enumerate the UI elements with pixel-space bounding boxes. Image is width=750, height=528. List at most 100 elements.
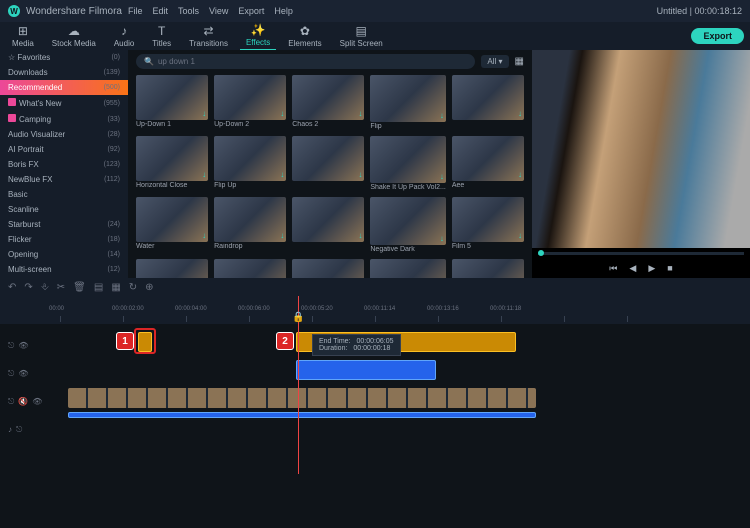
effect-item[interactable]	[292, 259, 364, 278]
effect-item[interactable]: Horizontal Close	[136, 136, 208, 191]
effect-item[interactable]: Up-Down 2	[214, 75, 286, 130]
grid-view-icon[interactable]: ▦	[515, 56, 524, 67]
step-back-button[interactable]: ◀	[629, 263, 636, 274]
menu-edit[interactable]: Edit	[152, 6, 168, 16]
undo-icon[interactable]: ↶	[8, 282, 16, 293]
sidebar-item[interactable]: Camping(33)	[0, 111, 128, 127]
effect-label: Up-Down 1	[136, 121, 208, 128]
export-button[interactable]: Export	[691, 28, 744, 44]
effect-thumb	[452, 197, 524, 242]
speed-icon[interactable]: ↻	[129, 282, 137, 293]
tab-split[interactable]: ▤Split Screen	[334, 22, 389, 50]
sidebar-item[interactable]: Starburst(24)	[0, 217, 128, 232]
effect-item[interactable]: Flip Up	[214, 136, 286, 191]
insert-icon[interactable]: ⎀	[41, 282, 49, 293]
effect-item[interactable]	[292, 136, 364, 191]
track-audio[interactable]: ♪⎋	[0, 418, 750, 442]
effect-item[interactable]	[292, 197, 364, 252]
eye-icon[interactable]: 👁	[18, 341, 28, 351]
effect-thumb	[292, 197, 364, 242]
tab-titles[interactable]: TTitles	[146, 22, 177, 50]
sidebar-item[interactable]: What's New(955)	[0, 95, 128, 111]
preview-panel: ⏮ ◀ ▶ ■	[532, 50, 750, 278]
tab-elements[interactable]: ✿Elements	[282, 22, 327, 50]
effect-item[interactable]: Flip	[370, 75, 446, 130]
effect-thumb	[452, 75, 524, 120]
sidebar-item[interactable]: Audio Visualizer(28)	[0, 127, 128, 142]
timeline-ruler[interactable]: 00:0000:00:02:0000:00:04:0000:00:06:0000…	[0, 296, 750, 324]
effect-item[interactable]: Raindrop	[214, 197, 286, 252]
effect-item[interactable]: Chaos 2	[292, 75, 364, 130]
menu-help[interactable]: Help	[274, 6, 293, 16]
tab-effects[interactable]: ✨Effects	[240, 21, 276, 51]
sidebar-item[interactable]: Flicker(18)	[0, 232, 128, 247]
sidebar-item[interactable]: NewBlue FX(112)	[0, 172, 128, 187]
prev-frame-button[interactable]: ⏮	[609, 263, 617, 274]
sidebar-item[interactable]: Multi-screen(12)	[0, 262, 128, 277]
overlay-clip[interactable]	[296, 360, 436, 380]
sidebar-item[interactable]: Recommended(500)	[0, 80, 128, 95]
effect-item[interactable]: Water	[136, 197, 208, 252]
effect-thumb	[136, 197, 208, 242]
tab-audio[interactable]: ♪Audio	[108, 22, 140, 50]
sidebar-favorites[interactable]: ☆ Favorites(0)	[0, 50, 128, 65]
tab-stock[interactable]: ☁Stock Media	[46, 22, 102, 50]
sidebar-item[interactable]: Basic	[0, 187, 128, 202]
eye-icon[interactable]: 👁	[32, 397, 42, 407]
search-input[interactable]: 🔍up down 1	[136, 54, 475, 69]
sidebar-item[interactable]: Scanline	[0, 202, 128, 217]
music-icon: ♪	[8, 425, 12, 435]
tab-transitions[interactable]: ⇄Transitions	[183, 22, 234, 50]
cloud-icon: ☁	[68, 24, 80, 38]
split-icon[interactable]: ✂	[57, 282, 65, 293]
effect-item[interactable]	[452, 75, 524, 130]
tab-media[interactable]: ⊞Media	[6, 22, 40, 50]
effect-item[interactable]	[136, 259, 208, 278]
video-clip[interactable]	[68, 388, 536, 408]
effect-item[interactable]: Film 5	[452, 197, 524, 252]
effect-thumb	[214, 259, 286, 278]
lock-icon[interactable]: ⎋	[8, 369, 14, 379]
menu-view[interactable]: View	[209, 6, 228, 16]
sidebar-item[interactable]: Downloads(139)	[0, 65, 128, 80]
effect-thumb	[214, 197, 286, 242]
project-duration: 00:00:18:12	[694, 6, 742, 16]
crop-icon[interactable]: ▤	[94, 282, 103, 293]
effect-item[interactable]: Shake It Up Pack Vol2...	[370, 136, 446, 191]
menu-file[interactable]: File	[128, 6, 143, 16]
preview-viewport[interactable]	[532, 50, 750, 248]
effect-item[interactable]: Aee	[452, 136, 524, 191]
effect-label: Horizontal Close	[136, 182, 208, 189]
effect-item[interactable]: Up-Down 1	[136, 75, 208, 130]
app-name: Wondershare Filmora	[26, 6, 122, 17]
effect-item[interactable]	[214, 259, 286, 278]
effect-thumb	[370, 136, 446, 183]
lock-icon[interactable]: ⎋	[8, 341, 14, 351]
layout-icon[interactable]: ▦	[111, 282, 120, 293]
lock-icon[interactable]: ⎋	[16, 425, 22, 435]
eye-icon[interactable]: 👁	[18, 369, 28, 379]
effect-label: Chaos 2	[292, 121, 364, 128]
sidebar-item[interactable]: Opening(14)	[0, 247, 128, 262]
effect-item[interactable]	[452, 259, 524, 278]
menu-export[interactable]: Export	[238, 6, 264, 16]
sidebar-item[interactable]: AI Portrait(92)	[0, 142, 128, 157]
stop-button[interactable]: ■	[667, 263, 672, 274]
play-button[interactable]: ▶	[648, 263, 655, 274]
redo-icon[interactable]: ↷	[24, 282, 32, 293]
delete-icon[interactable]: 🗑	[73, 282, 86, 293]
filter-dropdown[interactable]: All ▾	[481, 55, 508, 68]
mute-icon[interactable]: 🔇	[18, 397, 28, 407]
lock-icon[interactable]: ⎋	[8, 397, 14, 407]
transitions-icon: ⇄	[204, 24, 214, 38]
effect-label: Flip	[370, 123, 446, 130]
sidebar-item[interactable]: Boris FX(123)	[0, 157, 128, 172]
menu-tools[interactable]: Tools	[178, 6, 199, 16]
add-icon[interactable]: ⊕	[145, 282, 153, 293]
effect-item[interactable]	[370, 259, 446, 278]
elements-icon: ✿	[300, 24, 310, 38]
playhead[interactable]	[298, 296, 299, 474]
effect-item[interactable]: Negative Dark	[370, 197, 446, 252]
preview-seekbar[interactable]	[538, 252, 744, 255]
audio-clip[interactable]	[68, 412, 536, 418]
